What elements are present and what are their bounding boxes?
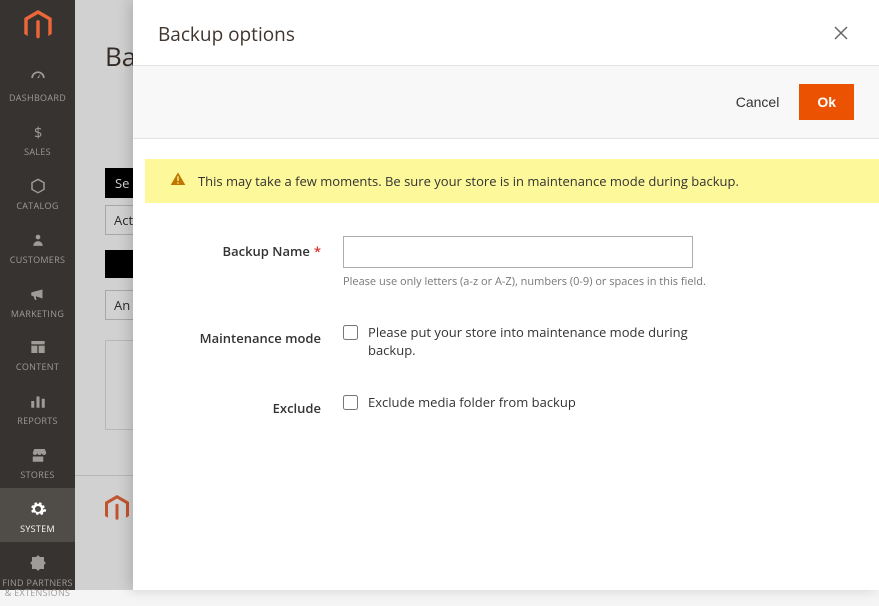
- bars-icon: [29, 390, 47, 412]
- warning-triangle-icon: [170, 171, 186, 191]
- modal-action-bar: Cancel Ok: [133, 65, 879, 139]
- backup-name-label: Backup Name*: [163, 236, 343, 289]
- cancel-button[interactable]: Cancel: [736, 94, 780, 110]
- ok-button[interactable]: Ok: [799, 84, 854, 120]
- box-icon: [29, 175, 47, 197]
- sidebar-item-label: CUSTOMERS: [10, 255, 65, 265]
- puzzle-icon: [29, 552, 47, 574]
- modal-title: Backup options: [158, 21, 295, 47]
- sidebar-item-catalog[interactable]: CATALOG: [0, 165, 75, 219]
- gear-icon: [29, 498, 47, 520]
- sidebar-item-stores[interactable]: STORES: [0, 434, 75, 488]
- form-row-backup-name: Backup Name* Please use only letters (a-…: [133, 228, 879, 297]
- sidebar-item-find-partners[interactable]: FIND PARTNERS & EXTENSIONS: [0, 542, 75, 606]
- svg-text:$: $: [34, 122, 42, 142]
- sidebar-item-label: MARKETING: [11, 309, 64, 319]
- sidebar-item-label: DASHBOARD: [9, 93, 66, 103]
- exclude-checkbox-label: Exclude media folder from backup: [368, 393, 576, 411]
- form-row-exclude: Exclude Exclude media folder from backup: [133, 385, 879, 425]
- form-row-maintenance: Maintenance mode Please put your store i…: [133, 315, 879, 367]
- sidebar-item-label: SYSTEM: [20, 524, 55, 534]
- sidebar-item-label: STORES: [20, 470, 54, 480]
- sidebar-item-content[interactable]: CONTENT: [0, 326, 75, 380]
- megaphone-icon: [28, 283, 48, 305]
- storefront-icon: [28, 444, 48, 466]
- dashboard-icon: [28, 67, 48, 89]
- maintenance-checkbox[interactable]: [343, 325, 358, 340]
- sidebar-item-label: SALES: [24, 147, 51, 157]
- backup-options-modal: Backup options Cancel Ok This may take a…: [133, 0, 879, 590]
- modal-header: Backup options: [133, 0, 879, 65]
- magento-logo[interactable]: [18, 10, 58, 42]
- sidebar-item-label: CONTENT: [16, 362, 59, 372]
- close-icon[interactable]: [828, 20, 854, 48]
- sidebar-item-marketing[interactable]: MARKETING: [0, 273, 75, 327]
- sidebar-item-system[interactable]: SYSTEM: [0, 488, 75, 542]
- required-asterisk: *: [314, 242, 321, 260]
- exclude-checkbox[interactable]: [343, 395, 358, 410]
- dollar-icon: $: [30, 121, 46, 143]
- admin-sidebar: DASHBOARD $ SALES CATALOG CUSTOMERS MARK…: [0, 0, 75, 590]
- sidebar-item-label: REPORTS: [17, 416, 58, 426]
- exclude-label: Exclude: [163, 393, 343, 417]
- sidebar-item-label: CATALOG: [16, 201, 58, 211]
- modal-body: This may take a few moments. Be sure you…: [133, 139, 879, 590]
- warning-message: This may take a few moments. Be sure you…: [145, 159, 879, 203]
- person-icon: [31, 229, 45, 251]
- sidebar-item-dashboard[interactable]: DASHBOARD: [0, 57, 75, 111]
- sidebar-item-label: FIND PARTNERS & EXTENSIONS: [2, 578, 73, 598]
- backup-name-input[interactable]: [343, 236, 693, 268]
- backup-name-hint: Please use only letters (a-z or A-Z), nu…: [343, 274, 743, 289]
- sidebar-item-sales[interactable]: $ SALES: [0, 111, 75, 165]
- sidebar-item-reports[interactable]: REPORTS: [0, 380, 75, 434]
- maintenance-checkbox-label: Please put your store into maintenance m…: [368, 323, 688, 359]
- sidebar-item-customers[interactable]: CUSTOMERS: [0, 219, 75, 273]
- layout-icon: [29, 336, 47, 358]
- warning-text: This may take a few moments. Be sure you…: [198, 172, 739, 190]
- maintenance-label: Maintenance mode: [163, 323, 343, 359]
